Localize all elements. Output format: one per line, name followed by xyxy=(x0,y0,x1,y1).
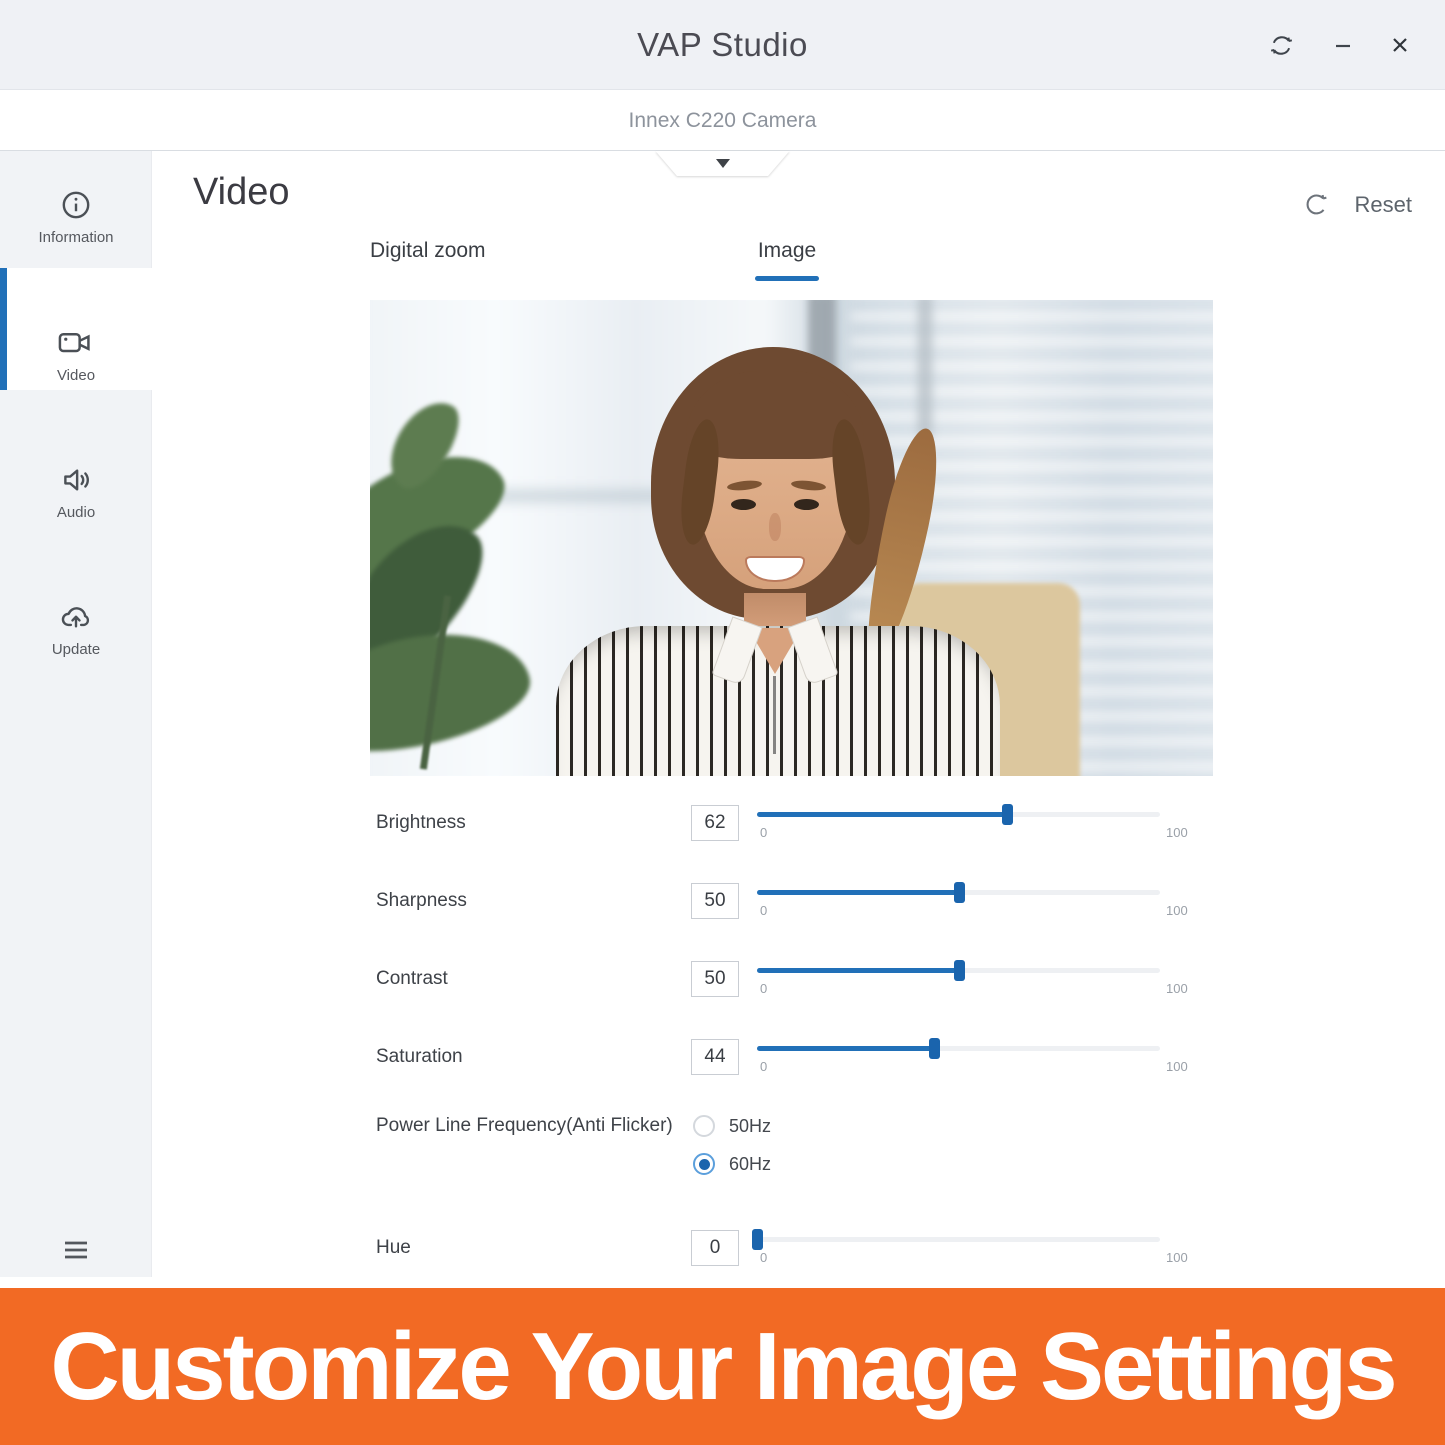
hue-slider[interactable]: 0 100 xyxy=(757,1230,1160,1266)
saturation-slider[interactable]: 0 100 xyxy=(757,1039,1160,1075)
slider-thumb[interactable] xyxy=(954,960,965,981)
slider-track xyxy=(757,968,1160,973)
slider-track xyxy=(757,1046,1160,1051)
brightness-value-field[interactable]: 62 xyxy=(691,805,739,841)
preview-person xyxy=(548,331,1008,776)
slider-thumb[interactable] xyxy=(752,1229,763,1250)
info-icon xyxy=(57,188,95,222)
slider-min-label: 0 xyxy=(760,981,767,996)
device-bar: Innex C220 Camera xyxy=(0,91,1445,151)
slider-max-label: 100 xyxy=(1166,1250,1188,1265)
sharpness-row: Sharpness 50 0 100 xyxy=(152,883,1445,923)
speaker-icon xyxy=(57,463,95,497)
sharpness-slider[interactable]: 0 100 xyxy=(757,883,1160,919)
reset-button[interactable]: Reset xyxy=(1303,191,1412,218)
banner: Customize Your Image Settings xyxy=(0,1288,1445,1445)
refresh-icon xyxy=(1268,32,1295,59)
hamburger-icon xyxy=(61,1236,91,1264)
close-button[interactable] xyxy=(1391,36,1409,54)
slider-min-label: 0 xyxy=(760,903,767,918)
saturation-value-field[interactable]: 44 xyxy=(691,1039,739,1075)
saturation-label: Saturation xyxy=(376,1039,463,1075)
sidebar: Information Video Audi xyxy=(0,151,152,1277)
slider-max-label: 100 xyxy=(1166,903,1188,918)
contrast-value-field[interactable]: 50 xyxy=(691,961,739,997)
main-content: Video Reset Digital zoom Image xyxy=(152,151,1445,1277)
brightness-row: Brightness 62 0 100 xyxy=(152,805,1445,845)
banner-text: Customize Your Image Settings xyxy=(50,1312,1394,1422)
cloud-upload-icon xyxy=(57,600,95,634)
app-window: VAP Studio xyxy=(0,0,1445,1445)
power-line-frequency-label: Power Line Frequency(Anti Flicker) xyxy=(376,1108,673,1144)
sidebar-item-information[interactable]: Information xyxy=(0,165,152,275)
window-controls xyxy=(1268,0,1409,90)
reset-label: Reset xyxy=(1355,192,1412,218)
person-eye xyxy=(794,499,819,510)
slider-max-label: 100 xyxy=(1166,825,1188,840)
slider-thumb[interactable] xyxy=(954,882,965,903)
active-tab-underline xyxy=(755,276,819,281)
sidebar-item-audio[interactable]: Audio xyxy=(0,440,152,550)
sidebar-item-label: Information xyxy=(0,229,152,246)
slider-thumb[interactable] xyxy=(1002,804,1013,825)
refresh-button[interactable] xyxy=(1268,32,1295,59)
slider-track xyxy=(757,812,1160,817)
page-title: Video xyxy=(193,171,290,214)
sidebar-item-video[interactable]: Video xyxy=(0,268,152,390)
slider-max-label: 100 xyxy=(1166,1059,1188,1074)
sidebar-item-update[interactable]: Update xyxy=(0,577,152,687)
slider-track xyxy=(757,890,1160,895)
sidebar-item-label: Audio xyxy=(0,504,152,521)
tab-digital-zoom[interactable]: Digital zoom xyxy=(370,239,486,263)
slider-min-label: 0 xyxy=(760,1250,767,1265)
hue-label: Hue xyxy=(376,1230,411,1266)
camera-preview xyxy=(370,300,1213,776)
contrast-row: Contrast 50 0 100 xyxy=(152,961,1445,1001)
minimize-button[interactable] xyxy=(1333,35,1353,55)
power-line-frequency-row: Power Line Frequency(Anti Flicker) 50Hz … xyxy=(152,1108,1445,1192)
hue-value-field[interactable]: 0 xyxy=(691,1230,739,1266)
reset-refresh-icon xyxy=(1303,191,1330,218)
chevron-down-icon xyxy=(716,159,730,168)
slider-min-label: 0 xyxy=(760,825,767,840)
radio-50hz[interactable]: 50Hz xyxy=(693,1115,771,1137)
close-icon xyxy=(1391,36,1409,54)
radio-circle-icon xyxy=(693,1115,715,1137)
radio-60hz[interactable]: 60Hz xyxy=(693,1153,771,1175)
person-nose xyxy=(769,513,781,541)
tab-image[interactable]: Image xyxy=(746,239,828,281)
person-shirt-placket xyxy=(773,676,776,754)
saturation-row: Saturation 44 0 100 xyxy=(152,1039,1445,1079)
video-camera-icon xyxy=(57,326,95,360)
contrast-slider[interactable]: 0 100 xyxy=(757,961,1160,997)
slider-fill xyxy=(757,890,959,895)
sharpness-value-field[interactable]: 50 xyxy=(691,883,739,919)
sidebar-item-label: Video xyxy=(0,367,152,384)
slider-min-label: 0 xyxy=(760,1059,767,1074)
sharpness-label: Sharpness xyxy=(376,883,467,919)
contrast-label: Contrast xyxy=(376,961,448,997)
minimize-icon xyxy=(1333,35,1353,55)
menu-button[interactable] xyxy=(61,1236,91,1264)
slider-track xyxy=(757,1237,1160,1242)
radio-circle-icon xyxy=(693,1153,715,1175)
slider-fill xyxy=(757,1046,934,1051)
brightness-label: Brightness xyxy=(376,805,466,841)
brightness-slider[interactable]: 0 100 xyxy=(757,805,1160,841)
device-collapse-tab[interactable] xyxy=(656,151,790,176)
radio-dot xyxy=(699,1159,710,1170)
slider-fill xyxy=(757,968,959,973)
app-title: VAP Studio xyxy=(0,0,1445,90)
device-name: Innex C220 Camera xyxy=(0,91,1445,150)
person-eye xyxy=(731,499,756,510)
hue-row: Hue 0 0 100 xyxy=(152,1230,1445,1270)
slider-fill xyxy=(757,812,1007,817)
slider-max-label: 100 xyxy=(1166,981,1188,996)
titlebar: VAP Studio xyxy=(0,0,1445,90)
sidebar-item-label: Update xyxy=(0,641,152,658)
slider-thumb[interactable] xyxy=(929,1038,940,1059)
